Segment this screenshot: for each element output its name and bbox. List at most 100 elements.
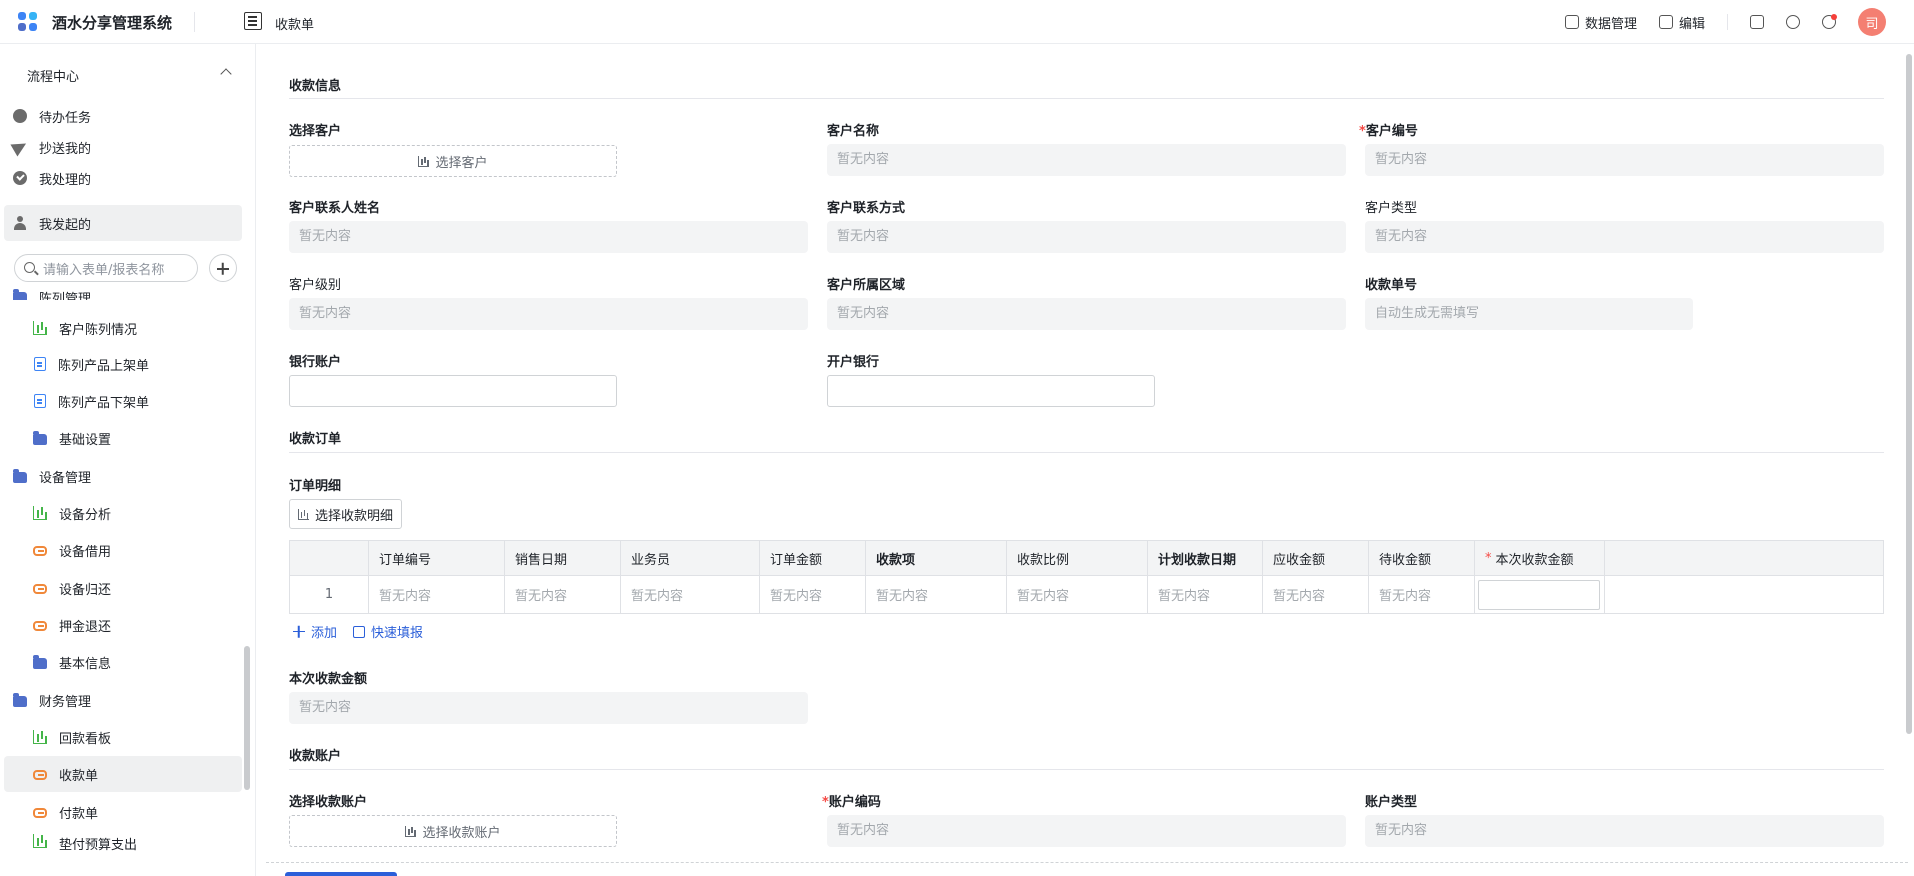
account-code-label-text: 账户编码 [828, 795, 881, 810]
folder-icon [33, 430, 47, 445]
bank-name-input[interactable] [827, 375, 1155, 407]
folder-icon [13, 692, 27, 707]
table-cell: 暂无内容 [621, 576, 760, 613]
select-icon [298, 508, 309, 520]
section-title-receipt-info: 收款信息 [289, 79, 342, 94]
quick-fill-label: 快速填报 [371, 626, 424, 641]
contact-card-icon[interactable] [1750, 15, 1764, 29]
add-row-button[interactable]: 添加 [293, 622, 337, 641]
sidebar-group-display[interactable]: 陈列管理 [0, 286, 242, 300]
help-icon[interactable] [1786, 15, 1800, 29]
customer-no-field: 暂无内容 [1365, 144, 1884, 176]
divider [1727, 14, 1728, 30]
flow-icon [33, 584, 47, 594]
sidebar-item-customer-display[interactable]: 客户陈列情况 [0, 310, 242, 346]
account-code-field: 暂无内容 [827, 815, 1346, 847]
bar-chart-icon [33, 321, 47, 335]
sidebar-item-label: 我发起的 [39, 217, 92, 233]
form-main: 收款信息 选择客户 选择客户 客户名称 暂无内容 *客户编号 暂无内容 客户联系… [266, 48, 1908, 876]
top-bar: 酒水分享管理系统 收款单 数据管理 编辑 司 [0, 0, 1914, 44]
notification-dot [1831, 14, 1837, 20]
table-row: 1 暂无内容 暂无内容 暂无内容 暂无内容 暂无内容 暂无内容 暂无内容 暂无内… [290, 575, 1883, 613]
divider [266, 862, 1908, 863]
select-customer-button[interactable]: 选择客户 [289, 145, 617, 177]
customer-region-label: 客户所属区域 [827, 278, 906, 293]
sidebar-item-display-onshelf[interactable]: 陈列产品上架单 [0, 346, 242, 382]
sidebar-item-label: 陈列管理 [39, 292, 92, 300]
sidebar-section-flow-center[interactable]: 流程中心 [0, 60, 255, 88]
quick-fill-button[interactable]: 快速填报 [353, 622, 423, 641]
this-amount-label: 本次收款金额 [289, 672, 368, 687]
main-scrollbar[interactable] [1906, 54, 1912, 734]
sidebar-item-display-offshelf[interactable]: 陈列产品下架单 [0, 383, 242, 419]
table-header-filler [1605, 541, 1883, 575]
flow-icon [33, 770, 47, 780]
customer-level-field: 暂无内容 [289, 298, 808, 330]
submit-button[interactable] [285, 872, 397, 876]
sidebar-item-label: 财务管理 [39, 694, 92, 710]
user-icon [13, 216, 27, 230]
sidebar-group-finance[interactable]: 财务管理 [0, 682, 242, 718]
sidebar-item-advance-budget[interactable]: 垫付预算支出 [0, 834, 242, 856]
sidebar-item-started[interactable]: 我发起的 [4, 205, 242, 241]
customer-name-field: 暂无内容 [827, 144, 1346, 176]
sidebar-group-device[interactable]: 设备管理 [0, 458, 242, 494]
sidebar-item-label: 客户陈列情况 [59, 322, 138, 338]
sidebar-item-receipt[interactable]: 收款单 [4, 756, 242, 792]
table-header-cell: 销售日期 [505, 541, 621, 575]
contact-way-field: 暂无内容 [827, 221, 1346, 253]
sidebar-item-basic-settings[interactable]: 基础设置 [0, 420, 242, 456]
sidebar-item-device-return[interactable]: 设备归还 [0, 570, 242, 606]
required-mark: * [822, 795, 829, 810]
sidebar-search-input[interactable]: 请输入表单/报表名称 [14, 254, 198, 282]
receipt-no-label: 收款单号 [1365, 278, 1418, 293]
sidebar-item-payback-board[interactable]: 回款看板 [0, 719, 242, 755]
bank-name-label: 开户银行 [827, 355, 880, 370]
sidebar-item-label: 设备借用 [59, 544, 112, 560]
table-header-cell: 业务员 [621, 541, 760, 575]
sidebar-item-label: 基础设置 [59, 432, 112, 448]
add-icon[interactable] [209, 254, 237, 282]
sidebar-item-label: 基本信息 [59, 656, 112, 672]
select-detail-button-label: 选择收款明细 [315, 508, 394, 524]
sidebar-scrollbar[interactable] [244, 646, 250, 790]
select-account-button[interactable]: 选择收款账户 [289, 815, 617, 847]
bell-icon[interactable] [1822, 14, 1837, 29]
sidebar-item-basic-info[interactable]: 基本信息 [0, 644, 242, 680]
sidebar-item-label: 陈列产品上架单 [58, 358, 150, 374]
edit-button[interactable]: 编辑 [1658, 13, 1705, 32]
table-header-cell: 订单金额 [760, 541, 866, 575]
section-title-receipt-account: 收款账户 [289, 749, 342, 764]
table-header-cell: 待收金额 [1369, 541, 1475, 575]
select-detail-button[interactable]: 选择收款明细 [289, 499, 403, 529]
sidebar-item-device-borrow[interactable]: 设备借用 [0, 532, 242, 568]
sidebar-item-device-analysis[interactable]: 设备分析 [0, 495, 242, 531]
divider [289, 98, 1884, 99]
flow-icon [33, 621, 47, 631]
table-cell: 暂无内容 [369, 576, 505, 613]
select-account-button-label: 选择收款账户 [422, 825, 501, 841]
avatar[interactable]: 司 [1858, 8, 1886, 36]
data-manage-label: 数据管理 [1584, 16, 1637, 32]
table-header: 订单编号 销售日期 业务员 订单金额 收款项 收款比例 计划收款日期 应收金额 … [290, 541, 1883, 575]
this-amount-cell-input[interactable] [1478, 579, 1600, 610]
bank-account-input[interactable] [289, 375, 617, 407]
customer-name-label: 客户名称 [827, 124, 880, 139]
divider [289, 769, 1884, 770]
app-logo [18, 12, 38, 32]
add-row-label: 添加 [311, 626, 338, 641]
order-detail-label: 订单明细 [289, 479, 342, 494]
search-placeholder: 请输入表单/报表名称 [43, 262, 165, 278]
collapse-sidebar-icon[interactable] [244, 12, 262, 30]
sidebar-item-deposit-refund[interactable]: 押金退还 [0, 607, 242, 643]
table-cell: 暂无内容 [505, 576, 621, 613]
data-manage-button[interactable]: 数据管理 [1564, 13, 1637, 32]
sidebar-item-payment[interactable]: 付款单 [0, 794, 242, 830]
contact-way-label: 客户联系方式 [827, 201, 906, 216]
contact-name-label: 客户联系人姓名 [289, 201, 381, 216]
sidebar-item-label: 设备归还 [59, 582, 112, 598]
check-circle-icon [13, 171, 27, 185]
sidebar-item-handled[interactable]: 我处理的 [0, 160, 242, 196]
breadcrumb: 收款单 [275, 18, 315, 33]
bar-chart-icon [33, 730, 47, 744]
